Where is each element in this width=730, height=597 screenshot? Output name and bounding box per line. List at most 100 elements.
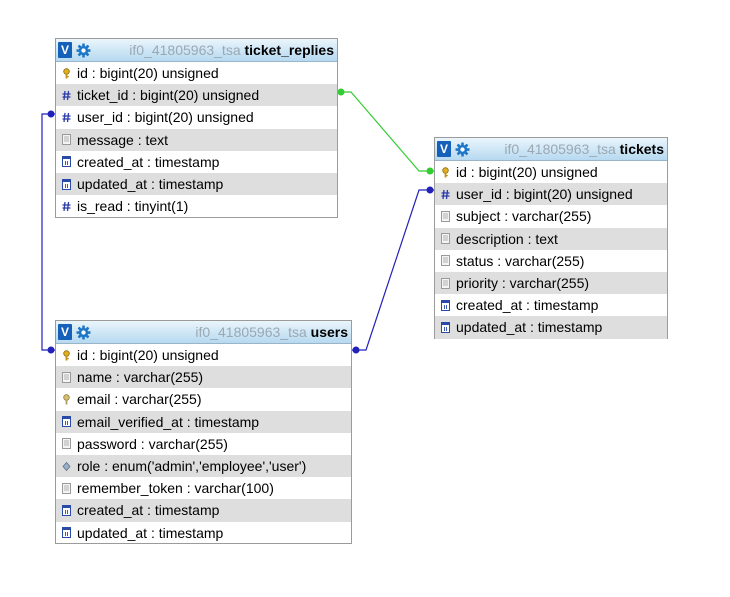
column-row: updated_at : timestamp [435, 316, 667, 339]
table-header[interactable]: Vif0_41805963_tsa users [56, 321, 351, 344]
unique-key-icon [62, 394, 71, 405]
column-definition: id : bigint(20) unsigned [77, 65, 219, 82]
column-definition: is_read : tinyint(1) [77, 198, 189, 215]
column-row: ticket_id : bigint(20) unsigned [56, 84, 337, 107]
table-name: tickets [619, 141, 664, 157]
hash-icon [62, 112, 71, 123]
column-definition: name : varchar(255) [77, 369, 204, 386]
column-row: email_verified_at : timestamp [56, 410, 351, 433]
column-definition: status : varchar(255) [456, 252, 585, 269]
relation-blue-right-start-dot [426, 186, 434, 194]
timestamp-icon [62, 527, 71, 539]
column-definition: created_at : timestamp [77, 153, 220, 170]
column-definition: user_id : bigint(20) unsigned [456, 186, 633, 203]
column-definition: id : bigint(20) unsigned [77, 347, 219, 364]
gear-icon[interactable] [75, 324, 91, 340]
text-type-icon [62, 371, 71, 383]
relation-ticket-replies-user-id-to-users-id [41, 113, 55, 351]
relation-blue-left-end-dot [47, 346, 55, 354]
table-title: if0_41805963_tsa ticket_replies [91, 42, 337, 58]
column-definition: email : varchar(255) [77, 391, 202, 408]
column-row: email : varchar(255) [56, 388, 351, 410]
column-definition: priority : varchar(255) [456, 275, 590, 292]
table-name: ticket_replies [244, 42, 335, 58]
relation-tickets-user-id-to-users-id [352, 189, 434, 351]
database-name: if0_41805963_tsa [129, 42, 241, 58]
column-row: id : bigint(20) unsigned [56, 62, 337, 84]
column-row: created_at : timestamp [435, 294, 667, 316]
column-definition: email_verified_at : timestamp [77, 413, 260, 430]
table-users[interactable]: Vif0_41805963_tsa users id : bigint(20) u… [55, 320, 352, 544]
hash-icon [441, 189, 450, 200]
timestamp-icon [441, 321, 450, 333]
relation-ticket-replies-ticket-id-to-tickets-id [337, 91, 434, 172]
column-definition: created_at : timestamp [456, 297, 599, 314]
column-definition: ticket_id : bigint(20) unsigned [77, 87, 260, 104]
column-row: password : varchar(255) [56, 433, 351, 455]
column-definition: role : enum('admin','employee','user') [77, 458, 307, 475]
timestamp-icon [62, 156, 71, 168]
column-row: created_at : timestamp [56, 499, 351, 522]
database-name: if0_41805963_tsa [504, 141, 616, 157]
column-row: subject : varchar(255) [435, 205, 667, 227]
column-definition: updated_at : timestamp [77, 176, 224, 193]
timestamp-icon [62, 416, 71, 428]
table-header[interactable]: Vif0_41805963_tsa tickets [435, 138, 667, 161]
timestamp-icon [441, 299, 450, 311]
table-title: if0_41805963_tsa users [91, 324, 351, 340]
text-type-icon [62, 482, 71, 494]
column-row: message : text [56, 128, 337, 151]
timestamp-icon [62, 504, 71, 516]
column-row: created_at : timestamp [56, 151, 337, 173]
hash-icon [62, 90, 71, 101]
database-name: if0_41805963_tsa [195, 324, 307, 340]
relation-blue-left-start-dot [47, 110, 55, 118]
relation-blue-right-end-dot [352, 346, 360, 354]
toggle-columns-button[interactable]: V [437, 141, 451, 157]
relation-green-start-dot [337, 88, 345, 96]
relation-green-end-dot [426, 167, 434, 175]
text-type-icon [62, 134, 71, 146]
primary-key-icon [62, 349, 71, 361]
column-definition: remember_token : varchar(100) [77, 480, 274, 497]
column-row: description : text [435, 227, 667, 250]
gear-icon[interactable] [75, 42, 91, 58]
primary-key-icon [441, 166, 450, 178]
text-type-icon [441, 210, 450, 222]
column-row: id : bigint(20) unsigned [435, 161, 667, 183]
column-row: is_read : tinyint(1) [56, 195, 337, 217]
column-definition: description : text [456, 230, 558, 247]
hash-icon [62, 201, 71, 212]
column-definition: created_at : timestamp [77, 502, 220, 519]
table-ticket-replies[interactable]: Vif0_41805963_tsa ticket_repliesid : big… [55, 38, 338, 218]
column-definition: message : text [77, 131, 169, 148]
column-row: updated_at : timestamp [56, 522, 351, 544]
gear-icon[interactable] [454, 141, 470, 157]
table-title: if0_41805963_tsa tickets [470, 141, 667, 157]
column-definition: id : bigint(20) unsigned [456, 164, 598, 181]
column-definition: subject : varchar(255) [456, 208, 592, 225]
column-row: remember_token : varchar(100) [56, 477, 351, 499]
column-row: priority : varchar(255) [435, 271, 667, 295]
column-row: name : varchar(255) [56, 366, 351, 389]
column-row: status : varchar(255) [435, 250, 667, 272]
table-header[interactable]: Vif0_41805963_tsa ticket_replies [56, 39, 337, 62]
timestamp-icon [62, 178, 71, 190]
column-row: role : enum('admin','employee','user') [56, 454, 351, 478]
column-definition: user_id : bigint(20) unsigned [77, 109, 254, 126]
text-type-icon [441, 277, 450, 289]
column-row: updated_at : timestamp [56, 172, 337, 196]
column-definition: updated_at : timestamp [456, 319, 603, 336]
column-row: id : bigint(20) unsigned [56, 344, 351, 366]
enum-icon [62, 461, 71, 472]
text-type-icon [441, 255, 450, 267]
toggle-columns-button[interactable]: V [58, 42, 72, 58]
toggle-columns-button[interactable]: V [58, 324, 72, 340]
table-tickets[interactable]: Vif0_41805963_tsa tickets id : bigint(20)… [434, 137, 668, 339]
primary-key-icon [62, 67, 71, 79]
text-type-icon [441, 233, 450, 245]
column-row: user_id : bigint(20) unsigned [56, 106, 337, 128]
text-type-icon [62, 438, 71, 450]
column-definition: updated_at : timestamp [77, 524, 224, 541]
column-row: user_id : bigint(20) unsigned [435, 183, 667, 206]
